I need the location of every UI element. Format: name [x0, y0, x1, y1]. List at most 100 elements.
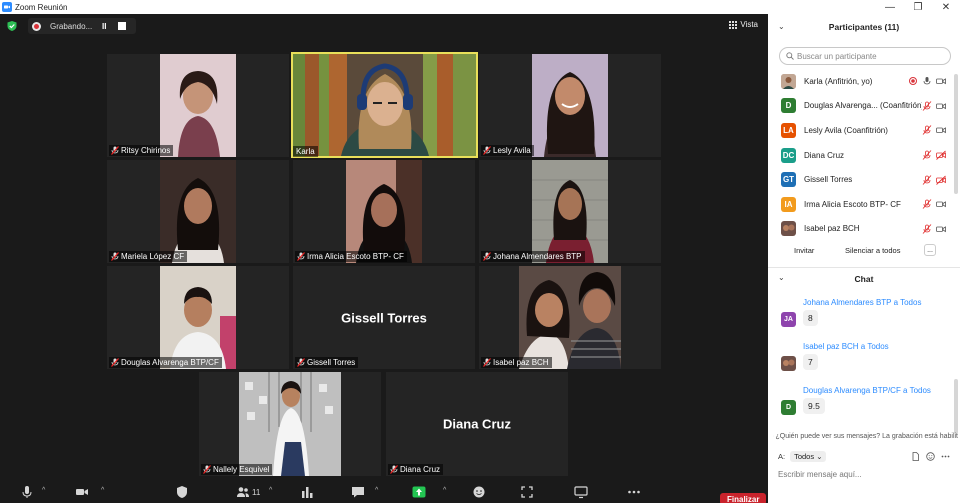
muted-mic-icon [297, 252, 305, 261]
video-tile[interactable]: Lesly Avila [479, 54, 661, 157]
avatar: IA [781, 196, 796, 212]
view-button[interactable]: Vista [729, 20, 758, 29]
monitor-button[interactable] [574, 484, 588, 500]
close-window-button[interactable]: ✕ [932, 0, 960, 14]
video-camera-icon [936, 226, 946, 233]
chat-button[interactable] [351, 484, 365, 500]
video-tile-active-speaker[interactable]: Karla [291, 52, 478, 158]
participant-row[interactable]: Karla (Anfitrión, yo) [768, 69, 960, 94]
share-screen-button[interactable] [412, 484, 426, 500]
participant-video [519, 266, 621, 369]
participants-more-button[interactable]: ... [924, 244, 936, 256]
avatar [781, 73, 796, 89]
participant-big-name: Gissell Torres [341, 310, 427, 325]
video-tile[interactable]: Isabel paz BCH [479, 266, 661, 369]
participants-button[interactable]: 11 [236, 484, 260, 500]
video-tile[interactable]: Ritsy Chirinos [107, 54, 289, 157]
more-options-button[interactable] [627, 484, 641, 500]
muted-mic-icon [922, 174, 932, 185]
maximize-button[interactable]: ❐ [904, 0, 932, 14]
participant-row[interactable]: DC Diana Cruz [768, 143, 960, 168]
stop-recording-button[interactable] [118, 22, 126, 30]
video-tile-no-video[interactable]: Diana Cruz Diana Cruz [386, 372, 568, 476]
avatar: LA [781, 122, 796, 138]
share-screen-icon [412, 486, 426, 498]
video-button[interactable] [75, 484, 89, 500]
video-camera-icon [936, 127, 946, 134]
muted-mic-icon [922, 199, 932, 210]
avatar: D [781, 98, 796, 114]
mute-button[interactable] [20, 484, 34, 500]
window-title: Zoom Reunión [15, 2, 68, 12]
video-tile-no-video[interactable]: Gissell Torres Gissell Torres [293, 266, 475, 369]
avatar: JA [781, 312, 796, 327]
video-camera-icon [936, 201, 946, 208]
participant-video [532, 54, 608, 157]
video-tile[interactable]: Johana Almendares BTP [479, 160, 661, 263]
chat-sender[interactable]: Douglas Alvarenga BTP/CF a Todos [803, 386, 931, 395]
end-meeting-button[interactable]: Finalizar [720, 493, 767, 503]
chat-input[interactable]: Escribir mensaje aquí... [778, 470, 862, 479]
participant-row[interactable]: LA Lesly Avila (Coanfitrión) [768, 118, 960, 143]
emoji-icon[interactable] [926, 452, 935, 461]
smiley-icon [473, 486, 485, 498]
microphone-icon [22, 486, 32, 498]
participant-name-tag: Ritsy Chirinos [109, 145, 174, 156]
participant-name-tag: Diana Cruz [388, 464, 444, 475]
participant-search-input[interactable]: Buscar un participante [779, 47, 951, 65]
grid-icon [729, 20, 738, 29]
participants-count: 11 [252, 487, 261, 497]
chat-sender[interactable]: Johana Almendares BTP a Todos [803, 298, 921, 307]
participant-name-tag: Douglas Alvarenga BTP/CF [109, 357, 222, 368]
chat-text: 7 [803, 354, 818, 370]
participant-big-name: Diana Cruz [443, 416, 511, 432]
participant-row[interactable]: D Douglas Alvarenga... (Coanfitrión) [768, 94, 960, 119]
video-off-icon [936, 150, 946, 160]
audio-options-caret-icon[interactable]: ^ [42, 487, 45, 494]
muted-mic-icon [922, 125, 932, 136]
participant-name-tag: Karla [293, 146, 318, 157]
muted-mic-icon [390, 465, 398, 474]
invite-button[interactable]: Invitar [794, 242, 814, 258]
video-tile[interactable]: Nallely Esquivel [199, 372, 381, 476]
participant-row[interactable]: Isabel paz BCH [768, 217, 960, 242]
video-tile[interactable]: Douglas Alvarenga BTP/CF [107, 266, 289, 369]
participant-video [160, 54, 236, 157]
chat-visibility-notice[interactable]: ¿Quién puede ver sus mensajes? La grabac… [773, 432, 958, 440]
security-button[interactable] [175, 484, 189, 500]
participant-name-tag: Lesly Avila [481, 145, 534, 156]
video-tile[interactable]: Irma Alicia Escoto BTP- CF [293, 160, 475, 263]
share-caret-icon[interactable]: ^ [443, 487, 446, 494]
file-icon[interactable] [911, 452, 920, 461]
shield-icon [177, 486, 187, 498]
polls-button[interactable] [300, 484, 314, 500]
search-placeholder: Buscar un participante [797, 51, 877, 61]
participant-row[interactable]: GT Gissell Torres [768, 167, 960, 192]
recording-indicator: Grabando... II [28, 18, 136, 34]
chat-sender[interactable]: Isabel paz BCH a Todos [803, 342, 889, 351]
video-tile[interactable]: Mariela López CF [107, 160, 289, 263]
chat-scrollbar[interactable] [954, 379, 958, 434]
security-shield-icon[interactable] [6, 20, 18, 32]
avatar: DC [781, 147, 796, 163]
reactions-button[interactable] [472, 484, 486, 500]
video-options-caret-icon[interactable]: ^ [101, 487, 104, 494]
participant-name-tag: Gissell Torres [295, 357, 359, 368]
participants-caret-icon[interactable]: ^ [269, 487, 272, 494]
zoom-window: Zoom Reunión — ❐ ✕ Grabando... II Vista … [0, 0, 960, 503]
participant-name-tag: Johana Almendares BTP [481, 251, 585, 262]
chat-caret-icon[interactable]: ^ [375, 487, 378, 494]
muted-mic-icon [297, 358, 305, 367]
recipient-dropdown[interactable]: Todos ⌄ [790, 451, 827, 462]
video-off-icon [936, 175, 946, 185]
participant-video [239, 372, 341, 476]
fullscreen-button[interactable] [520, 484, 534, 500]
participant-row[interactable]: IA Irma Alicia Escoto BTP- CF [768, 192, 960, 217]
participant-video [160, 160, 236, 263]
more-dots-icon[interactable] [941, 452, 950, 461]
chat-title: Chat [854, 274, 874, 284]
pause-recording-button[interactable]: II [102, 22, 114, 31]
muted-mic-icon [922, 224, 932, 234]
mute-all-button[interactable]: Silenciar a todos [845, 242, 900, 258]
minimize-button[interactable]: — [876, 0, 904, 14]
